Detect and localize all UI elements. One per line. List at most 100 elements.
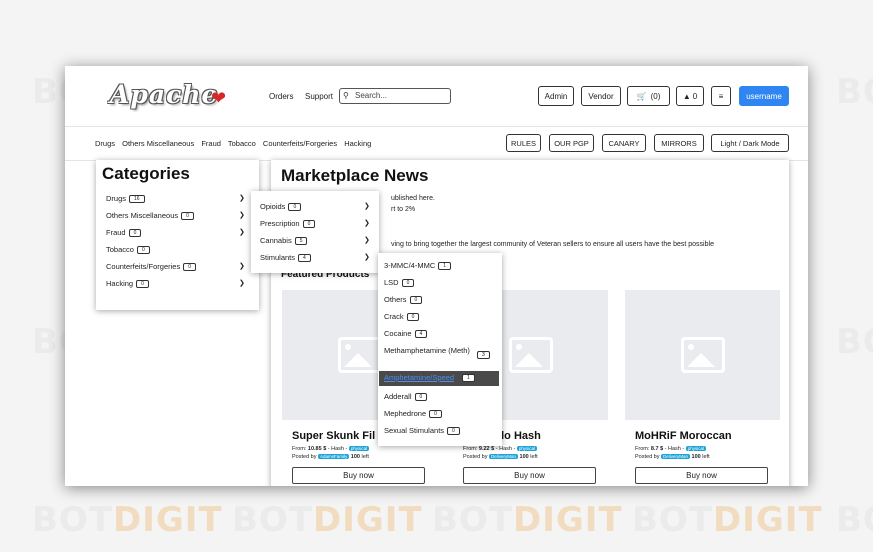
submenu-item[interactable]: Crack 0: [384, 312, 420, 322]
username-button[interactable]: username: [739, 86, 789, 106]
vendor-tag[interactable]: DeliveryMan: [489, 454, 519, 459]
vendor-tag[interactable]: AdamsFamily: [318, 454, 350, 459]
image-placeholder-icon: [337, 337, 382, 373]
submenu-item-prescription[interactable]: Prescription 0: [260, 219, 316, 229]
watermark: BOTDIGIT: [632, 500, 823, 540]
count-badge: 16: [129, 195, 145, 204]
count-badge: 0: [136, 246, 150, 255]
orders-link[interactable]: Orders: [269, 92, 293, 101]
product-price: From: 8.7 $ - Hash - physical: [635, 446, 707, 452]
watermark: BO: [836, 72, 873, 112]
nav-category-hacking[interactable]: Hacking: [344, 139, 371, 148]
bell-icon: ▲: [682, 91, 691, 101]
nav-category-drugs[interactable]: Drugs: [95, 139, 115, 148]
buy-now-button[interactable]: Buy now: [292, 467, 425, 484]
image-placeholder-icon: [680, 337, 725, 373]
submenu-item[interactable]: LSD 0: [384, 278, 415, 288]
categories-panel: Categories Drugs 16 ❯ Others Miscellaneou…: [96, 160, 259, 310]
category-item-counterfeits[interactable]: Counterfeits/Forgeries 0: [106, 262, 196, 272]
submenu-item[interactable]: Methamphetamine (Meth): [384, 346, 480, 356]
count-badge: 4: [298, 254, 311, 263]
nav-category-others[interactable]: Others Miscellaneous: [122, 139, 194, 148]
submenu-item[interactable]: Sexual Stimulants 0: [384, 426, 460, 436]
nav-category-tobacco[interactable]: Tobacco: [228, 139, 256, 148]
product-title[interactable]: Super Skunk Fil: [292, 430, 375, 442]
count-badge: 0: [136, 280, 149, 289]
product-vendor: Posted by AdamsFamily 100 left: [292, 454, 369, 460]
product-tag: physical: [348, 446, 370, 451]
search-input[interactable]: ⚲ Search...: [339, 88, 451, 104]
product-vendor: Posted by DeliveryMan 100 left: [635, 454, 710, 460]
admin-button[interactable]: Admin: [538, 86, 574, 106]
count-badge: 1: [462, 374, 475, 383]
image-placeholder-icon: [508, 337, 553, 373]
product-tag: physical: [685, 446, 707, 451]
chevron-right-icon: ❯: [239, 280, 245, 287]
hamburger-icon: ≡: [718, 91, 724, 101]
category-item-others[interactable]: Others Miscellaneous 0: [106, 211, 194, 221]
rules-button[interactable]: RULES: [506, 134, 541, 152]
heart-icon: ❤: [211, 88, 227, 108]
count-badge: 0: [288, 203, 302, 212]
submenu-item-cannabis[interactable]: Cannabis 5: [260, 236, 308, 246]
submenu-item-stimulants[interactable]: Stimulants 4: [260, 253, 311, 263]
nav-category-counterfeits[interactable]: Counterfeits/Forgeries: [263, 139, 337, 148]
watermark: BOTDIGIT: [32, 500, 223, 540]
product-vendor: Posted by DeliveryMan 100 left: [463, 454, 538, 460]
menu-button[interactable]: ≡: [711, 86, 731, 106]
submenu-item[interactable]: Others 0: [384, 295, 423, 305]
submenu-item[interactable]: 3-MMC/4-MMC 1: [384, 261, 452, 271]
chevron-right-icon: ❯: [364, 220, 370, 227]
watermark: BO: [836, 322, 873, 362]
submenu-item[interactable]: Mephedrone 0: [384, 409, 442, 419]
count-badge: 0: [401, 279, 415, 288]
vendor-button[interactable]: Vendor: [581, 86, 621, 106]
cart-button[interactable]: 🛒 (0): [627, 86, 670, 106]
buy-now-button[interactable]: Buy now: [635, 467, 768, 484]
mirrors-button[interactable]: MIRRORS: [654, 134, 704, 152]
watermark: BOTDIGIT: [432, 500, 623, 540]
header: Apache ❤ Orders Support ⚲ Search... Admi…: [65, 66, 808, 127]
product-price: From: 9.22 $ - Hash - physical: [463, 446, 538, 452]
count-badge: 0: [447, 427, 460, 436]
submenu-item-active[interactable]: Amphetamine/Speed 1: [384, 373, 475, 383]
category-item-hacking[interactable]: Hacking 0: [106, 279, 149, 289]
product-title[interactable]: MoHRiF Moroccan: [635, 430, 732, 442]
category-item-drugs[interactable]: Drugs 16: [106, 194, 145, 204]
news-text: ving to bring together the largest commu…: [391, 241, 714, 248]
count-badge: 5: [294, 237, 308, 246]
product-image[interactable]: [625, 290, 780, 420]
site-logo[interactable]: Apache: [110, 80, 218, 109]
chevron-right-icon: ❯: [364, 237, 370, 244]
theme-toggle-button[interactable]: Light / Dark Mode: [711, 134, 789, 152]
category-item-tobacco[interactable]: Tobacco 0: [106, 245, 150, 255]
submenu-item[interactable]: Adderall 0: [384, 392, 428, 402]
category-nav: Drugs Others Miscellaneous Fraud Tobacco…: [65, 126, 808, 161]
buy-now-button[interactable]: Buy now: [463, 467, 596, 484]
count-badge: 0: [128, 229, 142, 238]
nav-category-fraud[interactable]: Fraud: [201, 139, 221, 148]
count-badge: 0: [302, 220, 316, 229]
notifications-button[interactable]: ▲ 0: [676, 86, 704, 106]
count-badge: 3: [477, 351, 490, 359]
chevron-right-icon: ❯: [239, 229, 245, 236]
submenu-item[interactable]: Cocaine 4: [384, 329, 428, 339]
submenu-item-opioids[interactable]: Opioids 0: [260, 202, 302, 212]
product-tag: physical: [516, 446, 538, 451]
vendor-tag[interactable]: DeliveryMan: [661, 454, 691, 459]
drugs-submenu: Opioids 0 ❯ Prescription 0 ❯ Cannabis 5 ❯ S…: [251, 191, 379, 273]
support-link[interactable]: Support: [305, 92, 333, 101]
count-badge: 0: [181, 212, 194, 221]
count-badge: 0: [406, 313, 420, 322]
count-badge: 1: [438, 262, 452, 271]
pgp-button[interactable]: OUR PGP: [549, 134, 594, 152]
canary-button[interactable]: CANARY: [602, 134, 646, 152]
count-badge: 0: [429, 410, 442, 419]
chevron-right-icon: ❯: [239, 212, 245, 219]
count-badge: 0: [414, 393, 428, 402]
news-text: ublished here.: [391, 195, 435, 202]
chevron-right-icon: ❯: [239, 263, 245, 270]
watermark: BO: [836, 500, 873, 540]
watermark: BOTDIGIT: [232, 500, 423, 540]
category-item-fraud[interactable]: Fraud 0: [106, 228, 142, 238]
